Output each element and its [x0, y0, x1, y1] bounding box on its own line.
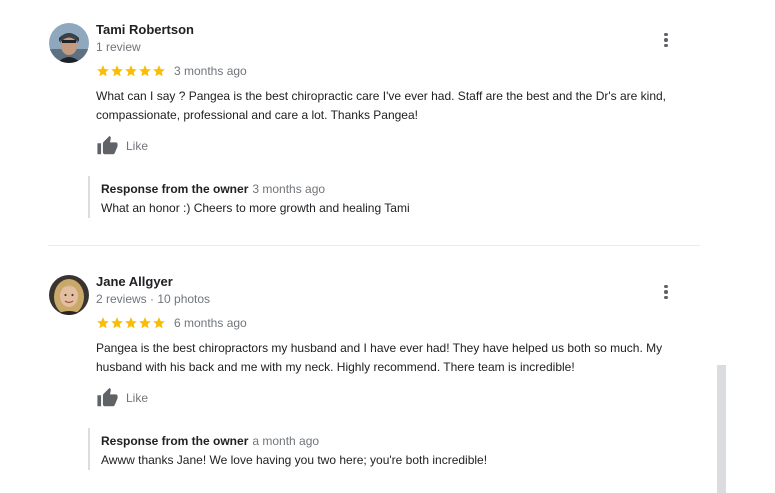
- reviewer-name[interactable]: Jane Allgyer: [96, 274, 173, 289]
- owner-response: Response from the owner a month ago Awww …: [88, 428, 648, 470]
- review-text: Pangea is the best chiropractors my husb…: [96, 341, 663, 374]
- star-icon: [153, 65, 165, 77]
- review-text: What can I say ? Pangea is the best chir…: [96, 89, 666, 122]
- more-vert-icon: [664, 284, 668, 289]
- star-icon: [139, 65, 151, 77]
- owner-response: Response from the owner 3 months ago What…: [88, 176, 648, 218]
- review-date: 3 months ago: [174, 64, 247, 78]
- review-divider: [48, 245, 700, 246]
- response-text: Awww thanks Jane! We love having you two…: [101, 453, 488, 467]
- star-icon: [111, 65, 123, 77]
- thumbs-up-icon: [97, 387, 118, 407]
- rating-row: 6 months ago: [96, 315, 247, 331]
- like-label: Like: [126, 139, 149, 153]
- scrollbar-thumb[interactable]: [717, 365, 726, 493]
- review-date: 6 months ago: [174, 316, 247, 330]
- star-icon: [139, 317, 151, 329]
- like-label: Like: [126, 391, 149, 405]
- response-date: a month ago: [252, 434, 320, 448]
- response-owner-label: Response from the owner: [101, 182, 249, 196]
- star-icon: [125, 65, 137, 77]
- star-icon: [111, 317, 123, 329]
- more-vert-icon: [664, 32, 668, 37]
- star-icon: [125, 317, 137, 329]
- like-button[interactable]: Like: [96, 386, 148, 410]
- rating-row: 3 months ago: [96, 63, 247, 79]
- response-heading: Response from the owner 3 months ago: [101, 182, 325, 196]
- thumbs-up-icon: [97, 135, 118, 155]
- response-heading: Response from the owner a month ago: [101, 434, 319, 448]
- reviewer-avatar[interactable]: [49, 275, 89, 315]
- star-icon: [97, 317, 109, 329]
- reviewer-meta[interactable]: 1 review: [96, 40, 141, 54]
- star-rating: [96, 64, 166, 78]
- star-icon: [153, 317, 165, 329]
- reviews-panel: Tami Robertson 1 review 3 months ago Wha…: [0, 0, 775, 493]
- response-text: What an honor :) Cheers to more growth a…: [101, 201, 410, 215]
- avatar-photo: [49, 275, 89, 315]
- more-options-button[interactable]: [656, 282, 676, 302]
- avatar-photo: [49, 23, 89, 63]
- reviewer-avatar[interactable]: [49, 23, 89, 63]
- star-icon: [97, 65, 109, 77]
- reviewer-name[interactable]: Tami Robertson: [96, 22, 194, 37]
- more-options-button[interactable]: [656, 30, 676, 50]
- response-date: 3 months ago: [252, 182, 326, 196]
- star-rating: [96, 316, 166, 330]
- response-owner-label: Response from the owner: [101, 434, 249, 448]
- reviewer-meta[interactable]: 2 reviews · 10 photos: [96, 292, 210, 306]
- like-button[interactable]: Like: [96, 134, 148, 158]
